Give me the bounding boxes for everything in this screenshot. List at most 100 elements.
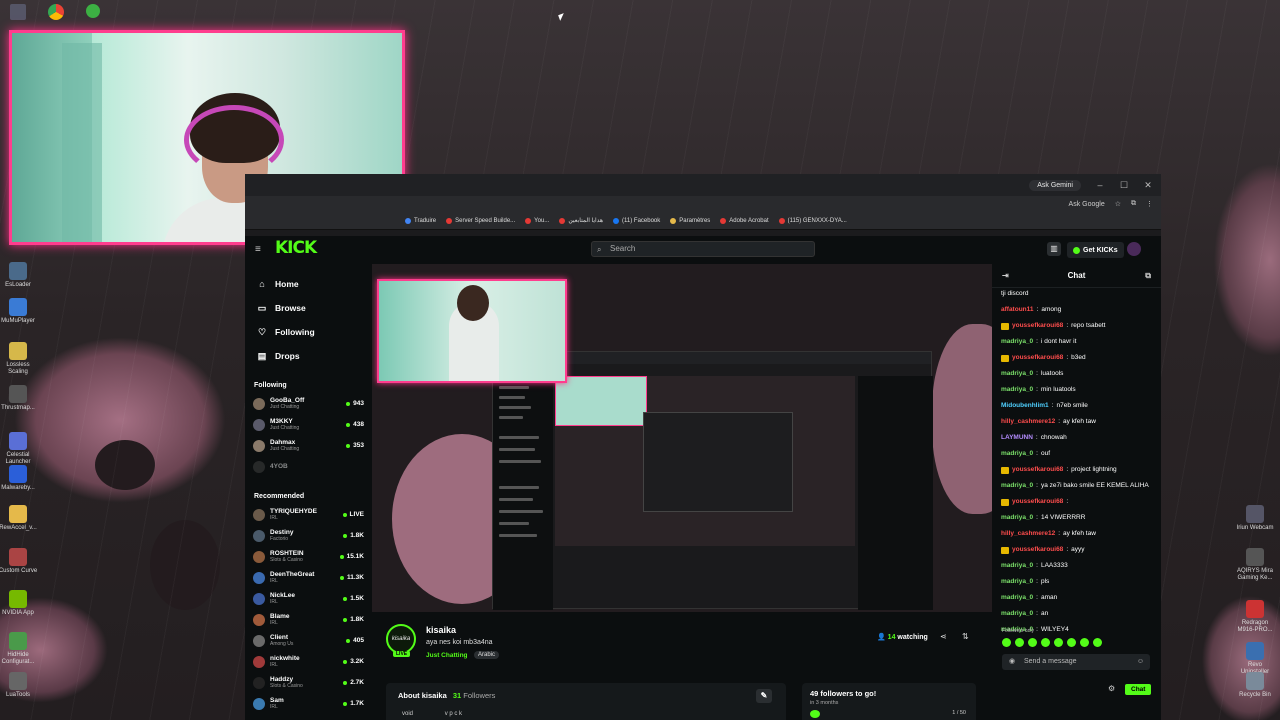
share-icon[interactable]: ⋖ bbox=[940, 632, 947, 641]
nav-item-drops[interactable]: ▤ Drops bbox=[245, 344, 372, 368]
get-kicks-button[interactable]: Get KICKs bbox=[1067, 242, 1124, 258]
desktop-icon[interactable]: Thrustmap... bbox=[0, 385, 39, 412]
chat-username[interactable]: madriya_0 bbox=[1001, 594, 1033, 602]
channel-item[interactable]: DeenTheGreat IRL 11.3K bbox=[245, 567, 372, 588]
chat-username[interactable]: youssefkaroui68 bbox=[1012, 498, 1063, 506]
chat-input[interactable]: ◉ Send a message ☺ bbox=[1002, 654, 1150, 670]
chat-username[interactable]: madriya_0 bbox=[1001, 386, 1033, 394]
chat-username[interactable]: affatoun11 bbox=[1001, 306, 1034, 314]
desktop-icon[interactable]: EsLoader bbox=[0, 262, 39, 289]
social-link[interactable]: void bbox=[402, 711, 413, 717]
language-tag[interactable]: Arabic bbox=[474, 651, 500, 659]
minimize-icon[interactable]: – bbox=[1095, 180, 1105, 190]
maximize-icon[interactable]: ☐ bbox=[1119, 180, 1129, 191]
chat-username[interactable]: youssefkaroui68 bbox=[1012, 466, 1063, 474]
desktop-icon[interactable]: Lossless Scaling bbox=[0, 342, 39, 376]
bookmark-item[interactable]: Adobe Acrobat bbox=[720, 217, 769, 224]
desktop-icon[interactable]: Malwareby... bbox=[0, 465, 39, 492]
bookmark-item[interactable]: You... bbox=[525, 217, 549, 224]
menu-icon[interactable]: ⋮ bbox=[1146, 200, 1153, 208]
channel-item[interactable]: Destiny Factorio 1.8K bbox=[245, 525, 372, 546]
close-icon[interactable]: ✕ bbox=[1143, 180, 1153, 191]
channel-item[interactable]: ROSHTEIN Slots & Casino 15.1K bbox=[245, 546, 372, 567]
profile-avatar[interactable] bbox=[1127, 242, 1141, 256]
desktop-icon[interactable]: AQIRYS Mira Gaming Ke... bbox=[1234, 548, 1276, 582]
channel-item[interactable]: Blame IRL 1.8K bbox=[245, 609, 372, 630]
nav-item-browse[interactable]: ▭ Browse bbox=[245, 296, 372, 320]
desktop-icon[interactable]: Redragon M916-PRO... bbox=[1234, 600, 1276, 634]
desktop-icon[interactable]: MuMuPlayer bbox=[0, 298, 39, 325]
emoji-icon[interactable]: ☺ bbox=[1137, 654, 1144, 670]
star-icon[interactable]: ☆ bbox=[1115, 200, 1121, 208]
channel-avatar[interactable]: kisaika bbox=[386, 624, 416, 654]
chat-username[interactable]: madriya_0 bbox=[1001, 562, 1033, 570]
desktop-icon[interactable]: Custom Curve bbox=[0, 548, 39, 575]
chat-username[interactable]: madriya_0 bbox=[1001, 482, 1033, 490]
channel-item[interactable]: NickLee IRL 1.5K bbox=[245, 588, 372, 609]
stream-player[interactable] bbox=[372, 264, 992, 612]
desktop-icon[interactable]: Revo Uninstaller bbox=[1234, 642, 1276, 676]
chat-username[interactable]: Midoubenhlim1 bbox=[1001, 402, 1049, 410]
clip-icon[interactable]: ⇅ bbox=[962, 632, 969, 641]
chat-username[interactable]: madriya_0 bbox=[1001, 514, 1033, 522]
kick-logo[interactable]: KICK bbox=[275, 238, 317, 258]
channel-name[interactable]: kisaika bbox=[426, 625, 456, 635]
collapse-chat-icon[interactable]: ⇥ bbox=[1002, 271, 1009, 280]
desktop-icon-label: LuaTools bbox=[5, 692, 31, 698]
bookmark-item[interactable]: (115) GENXXX-DYA... bbox=[778, 217, 847, 224]
chat-username[interactable]: youssefkaroui68 bbox=[1012, 354, 1063, 362]
chat-username[interactable]: youssefkaroui68 bbox=[1012, 322, 1063, 330]
desktop-icon[interactable]: LuaTools bbox=[0, 672, 39, 699]
chat-username[interactable]: youssefkaroui68 bbox=[1012, 546, 1063, 554]
social-link[interactable]: v p c k bbox=[445, 711, 462, 717]
channel-item[interactable]: 4YOB bbox=[245, 456, 372, 477]
bookmark-item[interactable]: Traduire bbox=[405, 217, 436, 224]
channel-item[interactable]: Haddzy Slots & Casino 2.7K bbox=[245, 672, 372, 693]
library-icon[interactable]: ▥ bbox=[1047, 242, 1061, 256]
channel-item[interactable]: Sam IRL 1.7K bbox=[245, 693, 372, 714]
desktop-icon[interactable]: RewAccel_v... bbox=[0, 505, 39, 532]
search-input[interactable]: ⌕ Search bbox=[591, 241, 815, 257]
edit-icon[interactable]: ✎ bbox=[756, 689, 772, 703]
tree-icon[interactable] bbox=[86, 4, 100, 18]
gear-icon[interactable]: ⚙ bbox=[1108, 684, 1115, 693]
desktop-icon[interactable]: HidHide Configurat... bbox=[0, 632, 39, 666]
chat-username[interactable]: hilly_cashmere12 bbox=[1001, 418, 1055, 426]
channel-item[interactable]: TYRIQUEHYDE IRL LIVE bbox=[245, 504, 372, 525]
chat-username[interactable]: madriya_0 bbox=[1001, 338, 1033, 346]
desktop-icon[interactable]: Iriun Webcam bbox=[1234, 505, 1276, 532]
recommended-heading: Recommended bbox=[254, 493, 305, 500]
channel-item[interactable]: Client Among Us 405 bbox=[245, 630, 372, 651]
channel-item[interactable]: GooBa_Off Just Chatting 943 bbox=[245, 393, 372, 414]
hamburger-icon[interactable]: ≡ bbox=[255, 244, 261, 255]
chat-username[interactable]: madriya_0 bbox=[1001, 450, 1033, 458]
chat-username[interactable]: madriya_0 bbox=[1001, 370, 1033, 378]
bookmark-item[interactable]: (11) Facebook bbox=[613, 217, 660, 224]
chat-username[interactable]: hilly_cashmere12 bbox=[1001, 530, 1055, 538]
ask-google-button[interactable]: Ask Google bbox=[1069, 201, 1105, 208]
desktop-icon[interactable]: NVIDIA App bbox=[0, 590, 39, 617]
chat-username[interactable]: madriya_0 bbox=[1001, 578, 1033, 586]
bookmark-item[interactable]: Server Speed Builde... bbox=[446, 217, 515, 224]
about-title: About kisaika bbox=[398, 691, 447, 700]
desktop-icon[interactable]: Celestial Launcher bbox=[0, 432, 39, 466]
emote-bar[interactable] bbox=[1002, 638, 1102, 647]
chat-username[interactable]: madriya_0 bbox=[1001, 610, 1033, 618]
nav-item-home[interactable]: ⌂ Home bbox=[245, 272, 372, 296]
desktop-icon[interactable]: Recycle Bin bbox=[1234, 672, 1276, 699]
extensions-icon[interactable]: ⧉ bbox=[1131, 200, 1136, 208]
app-icon[interactable] bbox=[10, 4, 26, 20]
chat-text: min luatools bbox=[1040, 386, 1076, 393]
chrome-icon[interactable] bbox=[48, 4, 64, 20]
chat-username[interactable]: LAYMUNN bbox=[1001, 434, 1033, 442]
nav-item-following[interactable]: ♡ Following bbox=[245, 320, 372, 344]
bookmark-item[interactable]: هدايا المتابعين bbox=[559, 217, 603, 224]
stream-category[interactable]: Just Chatting bbox=[426, 652, 468, 659]
channel-item[interactable]: nickwhite IRL 3.2K bbox=[245, 651, 372, 672]
chat-popout-icon[interactable]: ⧉ bbox=[1145, 271, 1151, 281]
send-chat-button[interactable]: Chat bbox=[1125, 684, 1152, 695]
bookmark-item[interactable]: Paramètres bbox=[670, 217, 710, 224]
channel-item[interactable]: M3KKY Just Chatting 438 bbox=[245, 414, 372, 435]
channel-item[interactable]: Dahmax Just Chatting 353 bbox=[245, 435, 372, 456]
ask-gemini-button[interactable]: Ask Gemini bbox=[1029, 179, 1081, 191]
